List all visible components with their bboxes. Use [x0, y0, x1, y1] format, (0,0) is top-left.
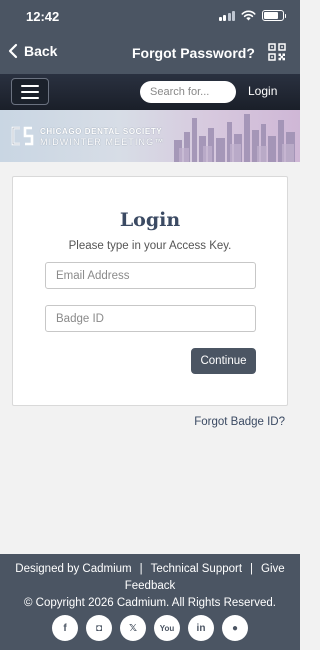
city-skyline-image [174, 114, 295, 162]
login-instructions: Please type in your Access Key. [68, 240, 232, 252]
search-input[interactable] [140, 81, 236, 103]
login-title: Login [119, 209, 181, 231]
nav-bar: Back Forgot Password? [0, 32, 300, 74]
technical-support-link[interactable]: Technical Support [151, 563, 242, 575]
qr-code-icon [268, 43, 286, 61]
battery-icon [262, 10, 286, 21]
menu-line [21, 90, 39, 93]
status-time: 12:42 [26, 9, 60, 24]
footer-separator: | [139, 563, 143, 575]
forgot-badge-id-link[interactable]: Forgot Badge ID? [194, 416, 285, 428]
footer: Designed by Cadmium | Technical Support | Gi… [0, 554, 300, 650]
page-title: Forgot Password? [132, 45, 255, 61]
instagram-icon[interactable]: ◘ [86, 615, 112, 641]
status-icons [218, 10, 286, 21]
footer-links: Designed by Cadmium | Technical Support | Gi… [0, 561, 300, 595]
other-social-icon[interactable]: ● [222, 615, 248, 641]
banner-title: CHICAGO DENTAL SOCIETY [40, 127, 163, 136]
youtube-icon[interactable]: You [154, 615, 180, 641]
back-button[interactable]: Back [8, 43, 57, 59]
facebook-icon[interactable]: f [52, 615, 78, 641]
copyright-text: © Copyright 2026 Cadmium. All Rights Res… [23, 597, 276, 609]
designed-by-link[interactable]: Designed by Cadmium [15, 563, 131, 575]
login-link[interactable]: Login [248, 84, 277, 98]
menu-line [21, 84, 39, 87]
wifi-icon [241, 10, 256, 21]
qr-code-button[interactable] [268, 43, 286, 66]
hamburger-menu-button[interactable] [11, 78, 49, 105]
login-card: Login Please type in your Access Key. Co… [12, 176, 288, 406]
social-links: f ◘ 𝕏 You in ● [0, 615, 300, 641]
event-banner: CHICAGO DENTAL SOCIETY MIDWINTER MEETING… [0, 110, 300, 162]
banner-subtitle: MIDWINTER MEETING™ [40, 137, 165, 147]
menu-line [21, 96, 39, 99]
badge-id-field[interactable] [45, 305, 256, 332]
cds-logo-icon [11, 126, 34, 146]
back-label: Back [24, 43, 58, 59]
site-header: Login [0, 74, 300, 110]
linkedin-icon[interactable]: in [188, 615, 214, 641]
continue-button[interactable]: Continue [191, 348, 256, 374]
footer-separator: | [250, 563, 254, 575]
cellular-signal-icon [218, 10, 235, 21]
email-field[interactable] [45, 262, 256, 289]
status-bar: 12:42 [0, 0, 300, 32]
chevron-left-icon [8, 43, 18, 59]
x-icon[interactable]: 𝕏 [120, 615, 146, 641]
